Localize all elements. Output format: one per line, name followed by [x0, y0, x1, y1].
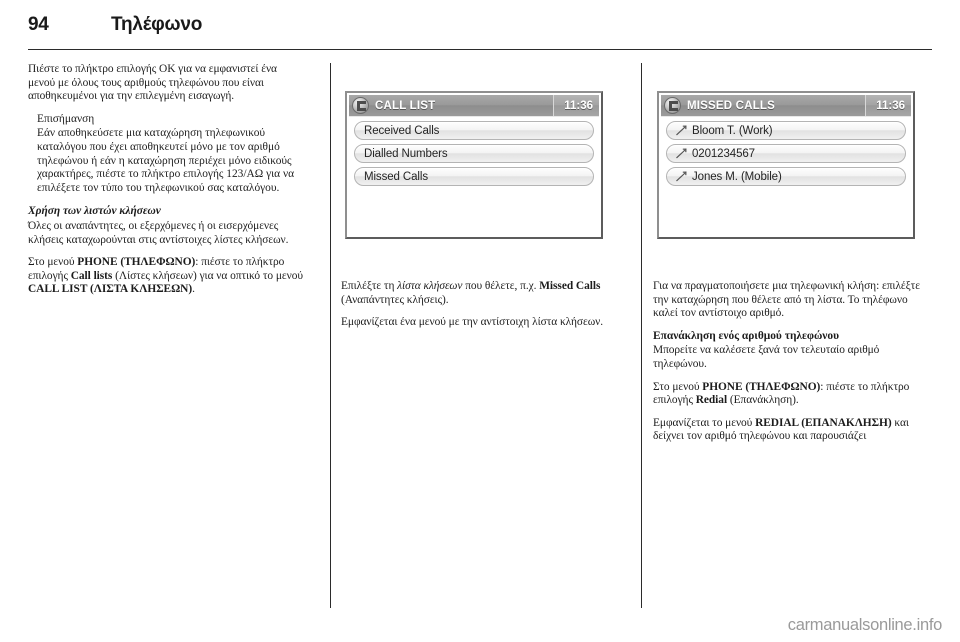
text-pre: Στο μενού — [28, 256, 78, 269]
list-item-label: Received Calls — [364, 124, 440, 137]
text-pre: Επιλέξτε τη — [341, 280, 398, 292]
paragraph-redial-desc: Μπορείτε να καλέσετε ξανά τον τελευταίο … — [653, 344, 880, 370]
screen-titlebar-call-list: CALL LIST 11:36 — [349, 95, 599, 117]
screen-title-call-list: CALL LIST — [375, 99, 436, 112]
list-item-bloom-work[interactable]: Bloom T. (Work) — [666, 121, 906, 140]
list-item-label: Missed Calls — [364, 170, 428, 183]
site-watermark: carmanualsonline.info — [787, 616, 943, 634]
column-3: MISSED CALLS 11:36 Bloom T. (Work) 02012… — [653, 63, 931, 608]
column-divider-1 — [330, 63, 331, 608]
paragraph-phone-menu-steps: Στο μενού PHONE (ΤΗΛΕΦΩΝΟ): πιέστε το πλ… — [28, 256, 306, 297]
phone-globe-icon — [664, 97, 681, 114]
subheading-redial: Επανάκληση ενός αριθμού τηλεφώνου — [653, 329, 839, 342]
paragraph-redial-menu-appears: Εμφανίζεται το μενού REDIAL (ΕΠΑΝΑΚΛΗΣΗ)… — [653, 417, 931, 444]
column-divider-2 — [641, 63, 642, 608]
note-body: Εάν αποθηκεύσετε μια καταχώρηση τηλεφωνι… — [37, 127, 295, 194]
screen-clock-missed-calls: 11:36 — [865, 95, 911, 116]
label-phone-menu: PHONE (ΤΗΛΕΦΩΝΟ) — [702, 380, 821, 393]
label-missed-calls-option: Missed Calls — [539, 280, 601, 292]
screen-title-missed-calls: MISSED CALLS — [687, 99, 776, 112]
list-item-dialled-numbers[interactable]: Dialled Numbers — [354, 144, 594, 163]
label-redial-button: Redial — [695, 394, 728, 407]
list-item-label: Bloom T. (Work) — [692, 124, 773, 137]
text-mid: που θέλετε, π.χ. — [462, 280, 540, 292]
term-call-list: λίστα κλήσεων — [397, 280, 463, 292]
paragraph-make-call: Για να πραγματοποιήσετε μια τηλεφωνική κ… — [653, 280, 920, 320]
column-1: Πιέστε το πλήκτρο επιλογής OK για να εμφ… — [28, 63, 306, 608]
screen-bezel-missed-calls: MISSED CALLS 11:36 Bloom T. (Work) 02012… — [657, 91, 915, 239]
label-phone-menu: PHONE (ΤΗΛΕΦΩΝΟ) — [77, 256, 196, 269]
list-item-label: 0201234567 — [692, 147, 755, 160]
paragraph-intro: Πιέστε το πλήκτρο επιλογής OK για να εμφ… — [28, 63, 277, 103]
list-item-0201234567[interactable]: 0201234567 — [666, 144, 906, 163]
screen-body-missed-calls: Bloom T. (Work) 0201234567 Jones M. (Mob… — [661, 117, 911, 186]
figure-missed-calls-screen: MISSED CALLS 11:36 Bloom T. (Work) 02012… — [653, 63, 927, 266]
paragraph-menu-appears: Εμφανίζεται ένα μενού με την αντίστοιχη … — [341, 316, 604, 329]
note-title: Επισήμανση — [37, 112, 95, 125]
screen-titlebar-missed-calls: MISSED CALLS 11:36 — [661, 95, 911, 117]
screen-display-call-list: CALL LIST 11:36 Received Calls Dialled N… — [349, 95, 599, 235]
screen-display-missed-calls: MISSED CALLS 11:36 Bloom T. (Work) 02012… — [661, 95, 911, 235]
page-section-title: Τηλέφωνο — [111, 14, 203, 35]
text-pre: Εμφανίζεται το μενού — [653, 416, 756, 429]
list-item-received-calls[interactable]: Received Calls — [354, 121, 594, 140]
column-2: CALL LIST 11:36 Received Calls Dialled N… — [341, 63, 619, 608]
subheading-call-lists: Χρήση των λιστών κλήσεων — [28, 205, 161, 218]
content-columns: Πιέστε το πλήκτρο επιλογής OK για να εμφ… — [28, 63, 932, 608]
list-item-label: Jones M. (Mobile) — [692, 170, 782, 183]
paragraph-call-lists-desc: Όλες οι αναπάντητες, οι εξερχόμενες ή οι… — [28, 219, 289, 246]
paragraph-redial-steps: Στο μενού PHONE (ΤΗΛΕΦΩΝΟ): πιέστε το πλ… — [653, 381, 931, 408]
figure-call-list-screen: CALL LIST 11:36 Received Calls Dialled N… — [341, 63, 615, 266]
note-block: Επισήμανση Εάν αποθηκεύσετε μια καταχώρη… — [28, 113, 306, 196]
text-end: (Αναπάντητες κλήσεις). — [341, 293, 449, 306]
label-call-list-menu: CALL LIST (ΛΙΣΤΑ ΚΛΗΣΕΩΝ) — [28, 283, 193, 296]
screen-body-call-list: Received Calls Dialled Numbers Missed Ca… — [349, 117, 599, 186]
label-redial-menu: REDIAL (ΕΠΑΝΑΚΛΗΣΗ) — [755, 416, 892, 429]
page-number: 94 — [28, 14, 49, 35]
missed-call-arrow-icon — [675, 124, 688, 137]
text-pre: Στο μενού — [653, 380, 703, 393]
missed-call-arrow-icon — [675, 147, 688, 160]
list-item-jones-mobile[interactable]: Jones M. (Mobile) — [666, 167, 906, 186]
text-end: . — [192, 283, 195, 296]
missed-call-arrow-icon — [675, 170, 688, 183]
list-item-missed-calls[interactable]: Missed Calls — [354, 167, 594, 186]
list-item-label: Dialled Numbers — [364, 147, 448, 160]
text-mid-2: (Λίστες κλήσεων) για να οπτικό το μενού — [112, 269, 303, 282]
screen-bezel-call-list: CALL LIST 11:36 Received Calls Dialled N… — [345, 91, 603, 239]
phone-globe-icon — [352, 97, 369, 114]
paragraph-select-call-list: Επιλέξτε τη λίστα κλήσεων που θέλετε, π.… — [341, 280, 619, 307]
label-call-lists-button: Call lists — [70, 269, 113, 282]
header-divider-rule — [28, 49, 932, 50]
page-header: 94 Τηλέφωνο — [28, 14, 932, 54]
text-end: (Επανάκληση). — [727, 394, 799, 407]
screen-clock-call-list: 11:36 — [553, 95, 599, 116]
